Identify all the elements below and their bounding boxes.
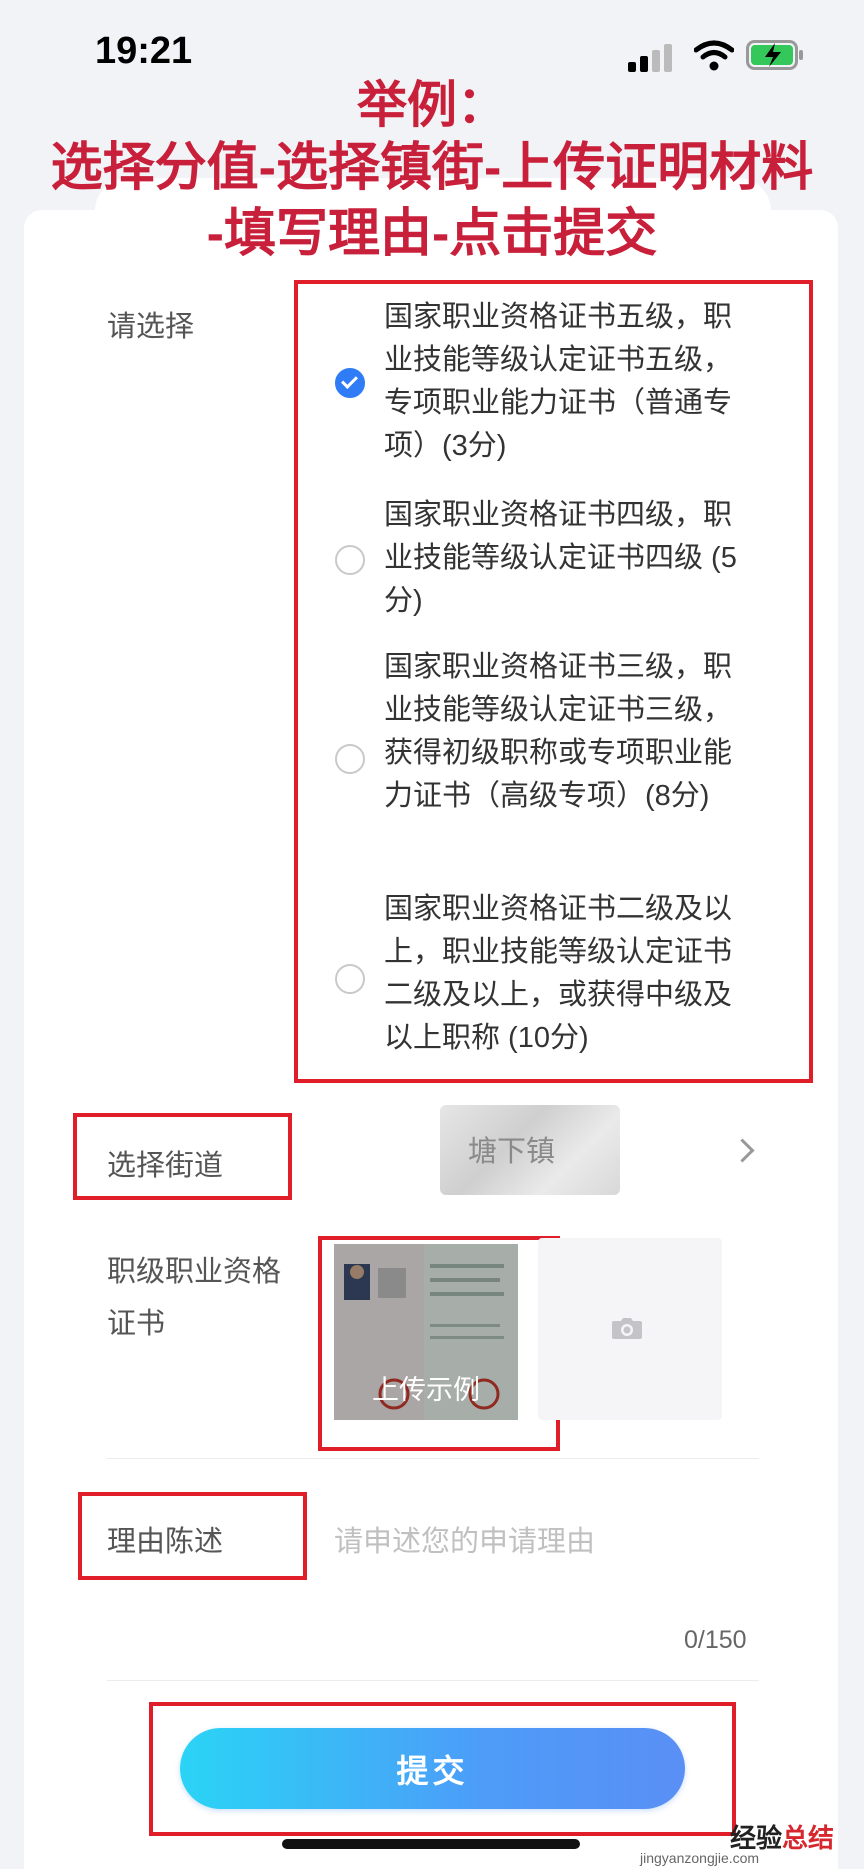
reason-label: 理由陈述	[107, 1526, 224, 1558]
option-text: 国家职业资格证书二级及以上，职业技能等级认定证书二级及以上，或获得中级及以上职称…	[384, 893, 733, 1054]
battery-charging-icon	[746, 40, 803, 70]
reason-input[interactable]: 请申述您的申请理由	[334, 1518, 595, 1560]
score-option-3[interactable]: 国家职业资格证书三级，职业技能等级认定证书三级，获得初级职称或专项职业能力证书（…	[334, 646, 754, 862]
score-option-2[interactable]: 国家职业资格证书四级，职业技能等级认定证书四级 (5分)	[334, 494, 754, 624]
radio-icon[interactable]	[335, 964, 365, 994]
score-option-4[interactable]: 国家职业资格证书二级及以上，职业技能等级认定证书二级及以上，或获得中级及以上职称…	[334, 888, 754, 1064]
sample-certificate-image[interactable]: 上传示例	[334, 1244, 518, 1420]
score-option-1[interactable]: 国家职业资格证书五级，职业技能等级认定证书五级，专项职业能力证书（普通专项）(3…	[334, 296, 754, 472]
char-counter: 0/150	[684, 1626, 747, 1654]
divider	[107, 1680, 759, 1681]
check-icon[interactable]	[335, 368, 365, 398]
certificate-label: 职级职业资格证书	[107, 1256, 282, 1340]
annotation-line-1: 举例：	[357, 77, 507, 133]
home-indicator	[282, 1839, 580, 1849]
camera-icon	[612, 1318, 642, 1339]
wifi-icon	[694, 40, 734, 71]
select-label: 请选择	[107, 311, 195, 343]
annotation-line-2: 选择分值-选择镇街-上传证明材料	[50, 139, 814, 197]
submit-button[interactable]: 提交	[180, 1728, 685, 1809]
option-text: 国家职业资格证书三级，职业技能等级认定证书三级，获得初级职称或专项职业能力证书（…	[384, 651, 733, 812]
street-value[interactable]: 塘下镇	[468, 1128, 555, 1170]
signal-icon	[628, 44, 672, 72]
option-text: 国家职业资格证书五级，职业技能等级认定证书五级，专项职业能力证书（普通专项）(3…	[384, 301, 733, 462]
annotation-line-3: -填写理由-点击提交	[206, 205, 658, 263]
status-time: 19:21	[95, 30, 193, 72]
watermark-url: jingyanzongjie.com	[640, 1850, 760, 1866]
radio-icon[interactable]	[335, 744, 365, 774]
divider	[107, 1458, 759, 1459]
option-text: 国家职业资格证书四级，职业技能等级认定证书四级 (5分)	[384, 499, 737, 617]
radio-icon[interactable]	[335, 545, 365, 575]
sample-label: 上传示例	[372, 1375, 480, 1405]
street-label: 选择街道	[107, 1150, 224, 1182]
